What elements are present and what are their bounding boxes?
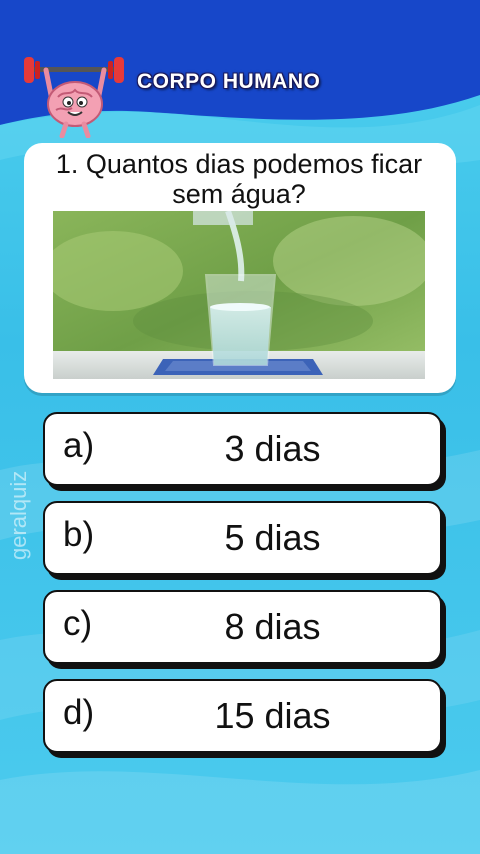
answer-option-a[interactable]: a) 3 dias [43,412,442,486]
answer-text: 8 dias [224,606,321,647]
answer-text: 15 dias [214,695,331,736]
water-glass-photo [53,211,425,379]
answer-option-d[interactable]: d) 15 dias [43,679,442,753]
brain-weightlifter-icon [24,57,124,138]
question-text: 1. Quantos dias podemos ficar sem água? [55,149,423,209]
answer-letter: d) [63,693,95,732]
answer-letter: b) [63,515,95,554]
question-card: 1. Quantos dias podemos ficar sem água? [24,143,456,393]
watermark: geralquiz [6,470,31,560]
answer-text: 5 dias [224,517,321,558]
page-title: CORPO HUMANO [137,70,321,93]
answer-letter: a) [63,426,95,465]
answer-text: 3 dias [224,428,321,469]
answer-option-b[interactable]: b) 5 dias [43,501,442,575]
answer-letter: c) [63,604,93,643]
answer-option-c[interactable]: c) 8 dias [43,590,442,664]
